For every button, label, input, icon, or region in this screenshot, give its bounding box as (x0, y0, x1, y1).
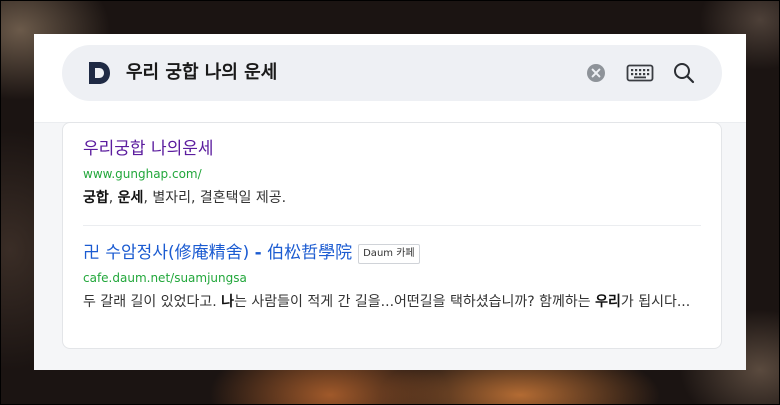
search-bar: 우리 궁합 나의 운세 (62, 45, 722, 101)
search-icon[interactable] (672, 61, 696, 85)
source-badge: Daum 카페 (358, 244, 420, 264)
snippet-highlight: 우리 (595, 294, 621, 310)
search-panel: 우리 궁합 나의 운세 우리궁합 나의운세 www.gunghap.com/ 궁… (34, 34, 746, 370)
snippet-text: 두 갈래 길이 있었다고. (83, 294, 222, 310)
snippet-highlight: 나 (221, 294, 235, 310)
search-header: 우리 궁합 나의 운세 (34, 34, 746, 123)
snippet-text: 가 됩시다... (620, 294, 691, 310)
snippet-text: , (108, 190, 118, 206)
result-snippet: 궁합, 운세, 별자리, 결혼택일 제공. (83, 187, 701, 209)
snippet-text: , 별자리, 결혼택일 제공. (143, 190, 287, 206)
result-url[interactable]: cafe.daum.net/suamjungsa (83, 269, 701, 287)
search-result: 우리궁합 나의운세 www.gunghap.com/ 궁합, 운세, 별자리, … (83, 137, 701, 209)
title-text: 卍 수암정사(修庵精舍) (83, 243, 255, 263)
title-text: 伯松哲學院 (261, 243, 353, 263)
result-title-link[interactable]: 우리궁합 나의운세 (83, 139, 214, 159)
search-input[interactable]: 우리 궁합 나의 운세 (126, 59, 277, 87)
snippet-highlight: 운세 (117, 190, 144, 206)
result-title-link[interactable]: 卍 수암정사(修庵精舍) - 伯松哲學院 (83, 243, 352, 263)
snippet-text: 는 사람들이 적게 간 길을...어떤길을 택하셨습니까? 함께하는 (234, 294, 596, 310)
search-result: 卍 수암정사(修庵精舍) - 伯松哲學院 Daum 카페 cafe.daum.ne… (83, 241, 701, 313)
result-divider (83, 225, 701, 226)
search-results-card: 우리궁합 나의운세 www.gunghap.com/ 궁합, 운세, 별자리, … (62, 122, 722, 349)
daum-logo-icon[interactable] (86, 60, 112, 86)
title-separator: - (254, 243, 262, 263)
result-url[interactable]: www.gunghap.com/ (83, 165, 701, 183)
keyboard-icon[interactable] (626, 61, 654, 85)
result-snippet: 두 갈래 길이 있었다고. 나는 사람들이 적게 간 길을...어떤길을 택하셨… (83, 291, 701, 313)
clear-icon[interactable] (586, 63, 606, 83)
snippet-highlight: 궁합 (83, 190, 109, 206)
